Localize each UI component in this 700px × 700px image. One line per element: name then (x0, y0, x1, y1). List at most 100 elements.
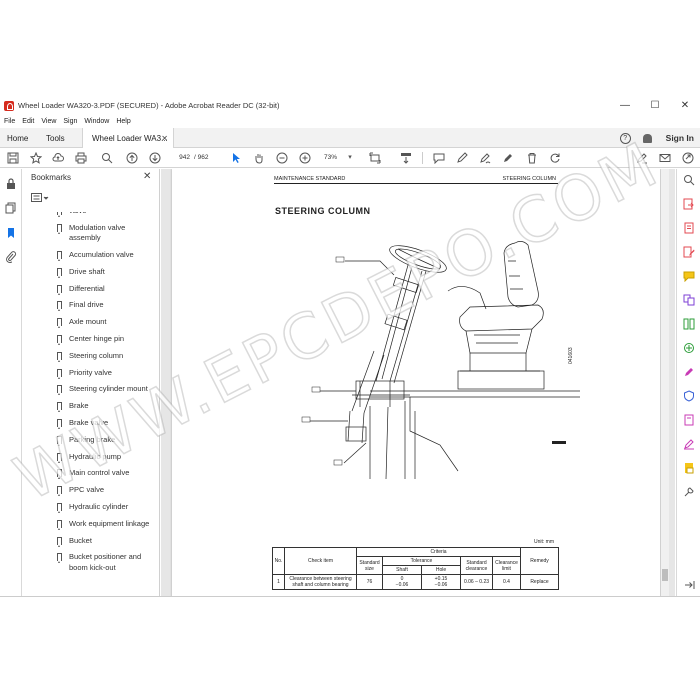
search-panel-icon[interactable] (683, 174, 695, 186)
tab-home[interactable]: Home (7, 128, 28, 148)
table-header-check-item: Check item (284, 547, 357, 575)
attachments-icon[interactable] (5, 251, 17, 263)
draw-icon[interactable] (479, 152, 491, 164)
share-link-icon[interactable] (682, 152, 694, 164)
left-navigation-rail (0, 169, 22, 596)
comment-icon[interactable] (433, 152, 445, 164)
scroll-mode-icon[interactable] (400, 152, 412, 164)
previous-page-icon[interactable] (126, 152, 138, 164)
menu-bar: File Edit View Sign Window Help (0, 115, 700, 128)
hand-tool-icon[interactable] (253, 152, 265, 164)
window-controls: — ☐ ✕ (610, 96, 700, 115)
rotate-icon[interactable] (549, 152, 561, 164)
scan-ocr-icon[interactable] (683, 462, 695, 474)
bookmark-item[interactable]: Bucket (51, 536, 151, 547)
organize-pages-icon[interactable] (683, 318, 695, 330)
page-thumbnails-icon[interactable] (5, 202, 17, 214)
send-for-comments-icon[interactable] (683, 414, 695, 426)
protect-icon[interactable] (683, 390, 695, 402)
bookmark-item[interactable]: Drive shaft (51, 267, 151, 278)
table-header-tolerance: Tolerance (382, 556, 461, 566)
stamp-icon[interactable] (502, 152, 514, 164)
minimize-button[interactable]: — (610, 96, 640, 115)
menu-file[interactable]: File (4, 118, 15, 125)
save-icon[interactable] (7, 152, 19, 164)
bookmarks-close-icon[interactable]: ✕ (143, 171, 151, 182)
table-cell-shaft: 0 −0.06 (382, 574, 422, 590)
bookmark-item[interactable]: Steering column (51, 351, 151, 362)
bookmark-item[interactable]: Brake valve (51, 418, 151, 430)
bookmark-item[interactable]: Main control valve (51, 468, 151, 480)
current-page-input[interactable]: 942 (170, 152, 190, 164)
pdf-page: MAINTENANCE STANDARD STEERING COLUMN STE… (172, 169, 660, 596)
page-fit-icon[interactable] (369, 152, 381, 164)
bookmark-item[interactable]: Work equipment linkage (51, 519, 151, 530)
total-pages: / 962 (194, 154, 209, 161)
tab-tools[interactable]: Tools (46, 128, 65, 148)
close-window-button[interactable]: ✕ (670, 96, 700, 115)
notification-bell-icon[interactable] (642, 133, 652, 143)
next-page-icon[interactable] (149, 152, 161, 164)
bookmark-item[interactable]: Parking brake (51, 435, 151, 446)
bookmark-item[interactable]: Priority valve (51, 368, 151, 379)
request-signature-icon[interactable] (683, 438, 695, 450)
bookmark-item[interactable]: valve (51, 212, 151, 217)
bookmark-item[interactable]: Hydraulic pump (51, 452, 151, 463)
sign-in-button[interactable]: Sign In (666, 133, 694, 143)
create-pdf-icon[interactable] (683, 222, 695, 234)
select-cursor-icon[interactable] (230, 152, 242, 164)
search-icon[interactable] (101, 152, 113, 164)
bookmark-options-icon[interactable] (31, 193, 51, 203)
more-tools-icon[interactable] (683, 486, 695, 498)
tab-close-icon[interactable]: ✕ (161, 134, 168, 143)
bookmark-icon (57, 223, 62, 234)
zoom-out-icon[interactable] (276, 152, 288, 164)
menu-sign[interactable]: Sign (63, 118, 77, 125)
tab-document[interactable]: Wheel Loader WA3... ✕ (82, 128, 174, 149)
fill-sign-icon[interactable] (636, 152, 648, 164)
bookmark-icon (57, 553, 62, 564)
zoom-in-icon[interactable] (299, 152, 311, 164)
bookmark-item[interactable]: Bucket positioner and boom kick-out (51, 552, 151, 573)
bookmark-item[interactable]: Axle mount (51, 317, 151, 329)
bookmark-icon (57, 335, 62, 346)
maximize-button[interactable]: ☐ (640, 96, 670, 115)
upload-cloud-icon[interactable] (52, 152, 64, 164)
bookmark-item[interactable]: Steering cylinder mount (51, 384, 151, 396)
document-viewer[interactable]: MAINTENANCE STANDARD STEERING COLUMN STE… (161, 169, 675, 596)
bookmark-item[interactable]: Accumulation valve (51, 250, 151, 262)
help-icon[interactable]: ? (619, 132, 631, 144)
email-icon[interactable] (659, 152, 671, 164)
expand-panel-icon[interactable] (683, 579, 695, 591)
highlight-pen-icon[interactable] (456, 152, 468, 164)
table-header-hole: Hole (421, 565, 461, 575)
bookmark-item[interactable]: Brake (51, 401, 151, 413)
comment-tool-icon[interactable] (683, 270, 695, 282)
bookmark-item[interactable]: Hydraulic cylinder (51, 502, 151, 514)
document-scrollbar[interactable] (661, 169, 669, 596)
bookmark-item[interactable]: Center hinge pin (51, 334, 151, 346)
menu-edit[interactable]: Edit (22, 118, 34, 125)
menu-window[interactable]: Window (84, 118, 109, 125)
bookmark-item[interactable]: Differential (51, 284, 151, 295)
document-scroll-thumb[interactable] (662, 569, 668, 581)
bookmark-item[interactable]: PPC valve (51, 485, 151, 497)
print-icon[interactable] (75, 152, 87, 164)
enhance-scans-icon[interactable] (683, 342, 695, 354)
bookmark-icon (57, 402, 62, 413)
delete-icon[interactable] (526, 152, 538, 164)
star-icon[interactable] (30, 152, 42, 164)
bookmark-icon (57, 318, 62, 329)
lock-icon[interactable] (5, 178, 17, 190)
bookmark-item[interactable]: Final drive (51, 300, 151, 312)
combine-files-icon[interactable] (683, 294, 695, 306)
bookmark-panel-icon[interactable] (5, 227, 17, 239)
menu-help[interactable]: Help (116, 118, 130, 125)
zoom-level-select[interactable]: 73% (324, 152, 337, 164)
bookmark-item[interactable]: Modulation valve assembly (51, 223, 151, 244)
menu-view[interactable]: View (41, 118, 56, 125)
edit-pdf-icon[interactable] (683, 246, 695, 258)
fill-and-sign-icon[interactable] (683, 366, 695, 378)
zoom-dropdown-chevron-icon[interactable]: ▾ (344, 152, 356, 164)
export-pdf-icon[interactable] (683, 198, 695, 210)
